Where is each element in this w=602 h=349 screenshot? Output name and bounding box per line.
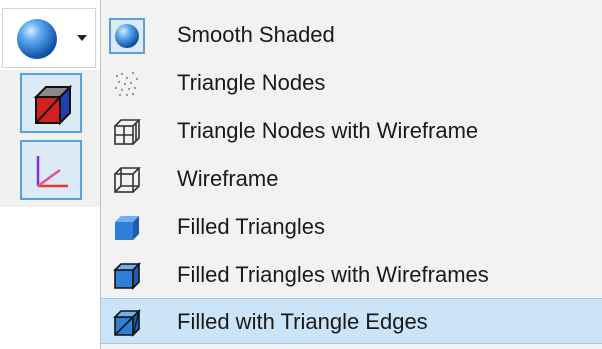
- menu-item-label: Smooth Shaded: [177, 22, 335, 47]
- menu-item-filled-triangles[interactable]: Filled Triangles: [101, 204, 602, 250]
- menu-item-wireframe[interactable]: Wireframe: [101, 156, 602, 202]
- menu-item-icon: [109, 114, 145, 150]
- menu-item-label: Triangle Nodes: [177, 70, 326, 95]
- view-cube-button[interactable]: [20, 73, 82, 133]
- menu-item-label: Triangle Nodes with Wireframe: [177, 118, 479, 143]
- cube-color-icon: [33, 84, 73, 126]
- filled-edges-cube-icon: [113, 309, 141, 337]
- menu-item-label: Filled with Triangle Edges: [177, 309, 428, 334]
- render-mode-menu: Smooth Shaded Triangle Nodes Triangle No…: [100, 0, 602, 349]
- axes-button[interactable]: [20, 140, 82, 200]
- menu-item-icon: [109, 18, 145, 54]
- point-cloud-icon: [114, 71, 139, 97]
- render-mode-split-button[interactable]: [2, 8, 96, 68]
- render-mode-ui: Smooth Shaded Triangle Nodes Triangle No…: [0, 0, 602, 349]
- menu-item-triangle-nodes[interactable]: Triangle Nodes: [101, 60, 602, 106]
- menu-item-label: Filled Triangles: [177, 214, 325, 239]
- shaded-sphere-icon: [17, 19, 57, 59]
- tool-strip: [0, 70, 100, 207]
- left-toolbar: [0, 0, 100, 349]
- menu-item-label: Wireframe: [177, 166, 279, 191]
- nodes-wireframe-cube-icon: [114, 119, 141, 145]
- filled-cube-icon: [115, 216, 139, 240]
- menu-item-smooth-shaded[interactable]: Smooth Shaded: [101, 12, 602, 58]
- filled-wireframe-cube-icon: [113, 262, 141, 290]
- menu-item-icon: [109, 210, 145, 246]
- menu-item-icon: [109, 162, 145, 198]
- menu-item-icon: [109, 258, 145, 294]
- menu-item-icon: [109, 305, 145, 341]
- chevron-down-icon[interactable]: [77, 35, 87, 41]
- menu-item-filled-triangle-edges[interactable]: Filled with Triangle Edges: [101, 298, 602, 344]
- menu-item-triangle-nodes-wireframe[interactable]: Triangle Nodes with Wireframe: [101, 108, 602, 154]
- menu-item-label: Filled Triangles with Wireframes: [177, 262, 489, 287]
- wireframe-cube-icon: [114, 167, 141, 193]
- axes-icon: [36, 156, 68, 188]
- shaded-sphere-icon: [109, 18, 145, 54]
- menu-item-filled-triangles-wireframes[interactable]: Filled Triangles with Wireframes: [101, 252, 602, 298]
- menu-item-icon: [109, 66, 145, 102]
